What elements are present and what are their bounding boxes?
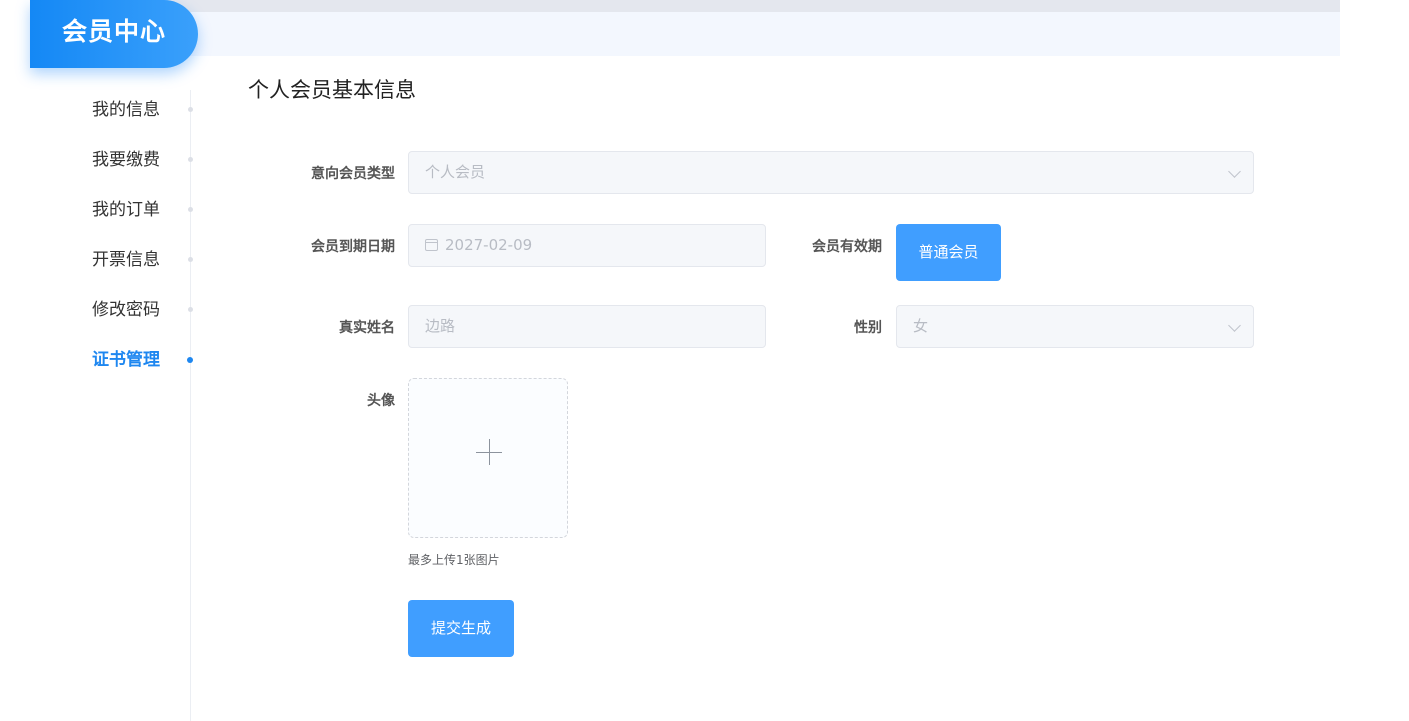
sidebar-item-change-password[interactable]: 修改密码 xyxy=(30,290,200,340)
sidebar-menu: 我的信息 我要缴费 我的订单 开票信息 修改密码 证书管理 xyxy=(30,90,200,390)
sidebar-item-label: 修改密码 xyxy=(92,300,160,320)
chevron-down-icon xyxy=(1228,319,1241,332)
sidebar-item-label: 我的信息 xyxy=(92,100,160,120)
avatar-upload[interactable] xyxy=(408,378,568,538)
header-band xyxy=(30,12,1340,56)
dot-icon xyxy=(188,307,193,312)
top-bar xyxy=(30,0,1340,12)
dot-icon xyxy=(188,207,193,212)
real-name-field[interactable]: 边路 xyxy=(408,305,766,348)
expiry-date-label: 会员到期日期 xyxy=(311,239,395,255)
sidebar-item-invoice[interactable]: 开票信息 xyxy=(30,240,200,290)
member-type-select[interactable]: 个人会员 xyxy=(408,151,1254,194)
validity-label: 会员有效期 xyxy=(812,239,882,255)
expiry-date-value: 2027-02-09 xyxy=(445,236,533,254)
member-type-value: 个人会员 xyxy=(425,163,486,181)
sidebar-item-payment[interactable]: 我要缴费 xyxy=(30,140,200,190)
sidebar-item-certificates[interactable]: 证书管理 xyxy=(30,340,200,390)
dot-icon xyxy=(188,107,193,112)
plus-icon xyxy=(489,439,490,465)
real-name-label: 真实姓名 xyxy=(339,320,395,336)
dot-icon xyxy=(187,357,193,363)
sidebar-item-label: 我的订单 xyxy=(92,200,160,220)
brand-title: 会员中心 xyxy=(30,0,198,68)
gender-select[interactable]: 女 xyxy=(896,305,1254,348)
sidebar-item-label: 我要缴费 xyxy=(92,150,160,170)
avatar-label: 头像 xyxy=(367,393,395,409)
upload-hint: 最多上传1张图片 xyxy=(408,553,500,567)
real-name-value: 边路 xyxy=(425,317,456,335)
calendar-icon xyxy=(425,239,438,251)
sidebar-item-label: 证书管理 xyxy=(92,350,160,370)
gender-label: 性别 xyxy=(854,320,882,336)
sidebar-item-my-info[interactable]: 我的信息 xyxy=(30,90,200,140)
membership-level-button[interactable]: 普通会员 xyxy=(896,224,1001,281)
chevron-down-icon xyxy=(1228,165,1241,178)
sidebar-item-label: 开票信息 xyxy=(92,250,160,270)
expiry-date-field[interactable]: 2027-02-09 xyxy=(408,224,766,267)
dot-icon xyxy=(188,157,193,162)
sidebar-item-orders[interactable]: 我的订单 xyxy=(30,190,200,240)
page-title: 个人会员基本信息 xyxy=(248,78,416,102)
member-type-label: 意向会员类型 xyxy=(311,166,395,182)
submit-button[interactable]: 提交生成 xyxy=(408,600,514,657)
gender-value: 女 xyxy=(913,317,929,335)
dot-icon xyxy=(188,257,193,262)
